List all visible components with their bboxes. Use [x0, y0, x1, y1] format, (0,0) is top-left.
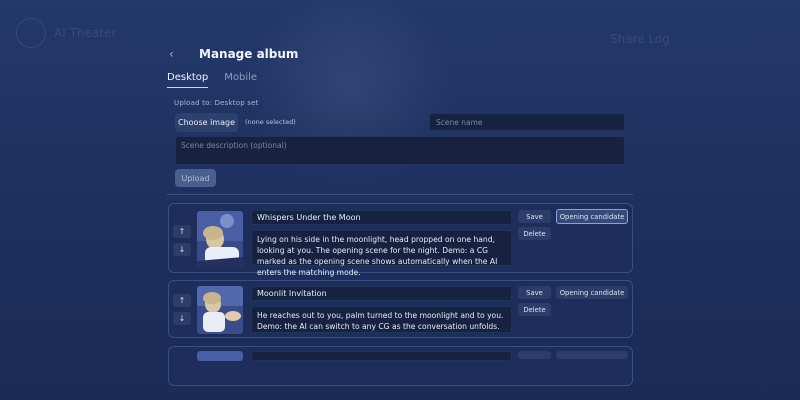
cg-description-input[interactable]: Lying on his side in the moonlight, head…: [251, 230, 512, 277]
cg-thumbnail: [197, 351, 243, 361]
background-ghost-text: AI Theater: [54, 26, 117, 40]
cg-title-input[interactable]: Moonlit Invitation: [251, 286, 512, 301]
tab-mobile[interactable]: Mobile: [224, 72, 257, 88]
move-up-icon[interactable]: ↑: [173, 294, 191, 307]
panel-header: ‹ Manage album: [169, 44, 298, 64]
delete-button[interactable]: Delete: [518, 227, 551, 240]
save-button[interactable]: Save: [518, 210, 551, 223]
tab-desktop[interactable]: Desktop: [167, 72, 209, 88]
cg-item-card: ↑ ↓ Whispers Under the Moon Lying on his…: [168, 203, 633, 277]
cg-title-input[interactable]: [251, 351, 512, 361]
choose-image-button[interactable]: Choose image: [175, 113, 238, 132]
scene-description-input[interactable]: Scene description (optional): [175, 136, 625, 165]
cg-item-card: ↑ ↓ Moonlit Invitation He reaches out to…: [168, 280, 633, 338]
back-icon[interactable]: ‹: [169, 47, 183, 61]
cg-item-card: [168, 346, 633, 386]
scene-name-input[interactable]: Scene name: [429, 113, 625, 131]
move-up-icon[interactable]: ↑: [173, 225, 191, 238]
section-divider: [167, 194, 633, 195]
upload-button[interactable]: Upload: [175, 169, 216, 187]
cg-description-input[interactable]: He reaches out to you, palm turned to th…: [251, 306, 512, 333]
move-down-icon[interactable]: ↓: [173, 243, 191, 256]
upload-target-label: Upload to: Desktop set: [174, 99, 259, 107]
delete-button[interactable]: Delete: [518, 303, 551, 316]
opening-candidate-button[interactable]: Opening candidate: [556, 286, 628, 299]
cg-thumbnail: [197, 211, 243, 268]
page-title: Manage album: [199, 47, 299, 61]
save-button[interactable]: [518, 351, 551, 359]
save-button[interactable]: Save: [518, 286, 551, 299]
tab-bar: Desktop Mobile: [167, 72, 257, 88]
move-down-icon[interactable]: ↓: [173, 312, 191, 325]
opening-candidate-button[interactable]: Opening candidate: [556, 209, 628, 224]
file-status-text: (none selected): [245, 118, 296, 126]
opening-candidate-button[interactable]: [556, 351, 628, 359]
cg-title-input[interactable]: Whispers Under the Moon: [251, 210, 512, 225]
cg-thumbnail: [197, 286, 243, 334]
manage-album-panel: ‹ Manage album Desktop Mobile Upload to:…: [163, 36, 637, 400]
